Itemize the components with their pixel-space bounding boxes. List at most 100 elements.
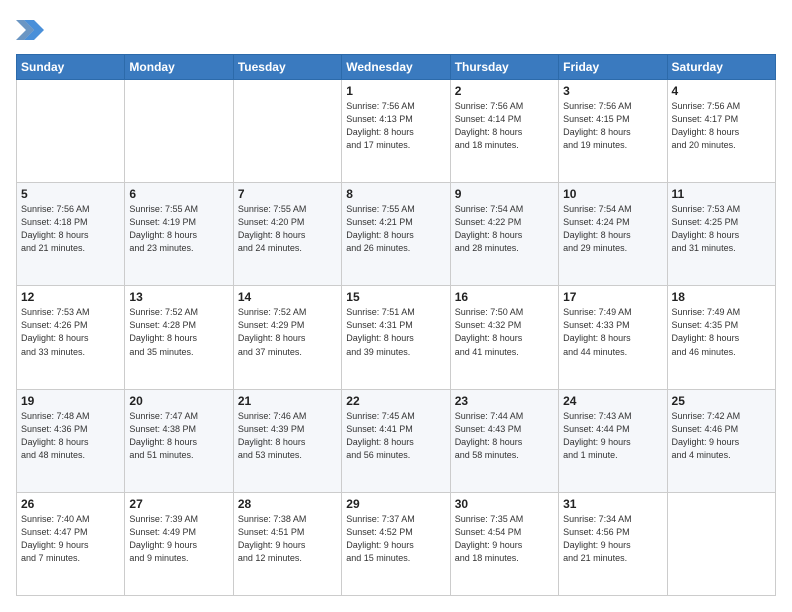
day-info: Sunrise: 7:40 AM Sunset: 4:47 PM Dayligh… [21, 513, 120, 565]
calendar-cell: 16 Sunrise: 7:50 AM Sunset: 4:32 PM Dayli… [450, 286, 558, 389]
day-number: 3 [563, 84, 662, 98]
day-info: Sunrise: 7:47 AM Sunset: 4:38 PM Dayligh… [129, 410, 228, 462]
calendar-cell [17, 80, 125, 183]
day-info: Sunrise: 7:53 AM Sunset: 4:26 PM Dayligh… [21, 306, 120, 358]
weekday-header: Saturday [667, 55, 775, 80]
weekday-header: Monday [125, 55, 233, 80]
calendar-cell [667, 492, 775, 595]
day-number: 26 [21, 497, 120, 511]
calendar-cell [125, 80, 233, 183]
day-info: Sunrise: 7:45 AM Sunset: 4:41 PM Dayligh… [346, 410, 445, 462]
calendar-cell: 20 Sunrise: 7:47 AM Sunset: 4:38 PM Dayli… [125, 389, 233, 492]
day-info: Sunrise: 7:48 AM Sunset: 4:36 PM Dayligh… [21, 410, 120, 462]
day-info: Sunrise: 7:56 AM Sunset: 4:15 PM Dayligh… [563, 100, 662, 152]
day-info: Sunrise: 7:38 AM Sunset: 4:51 PM Dayligh… [238, 513, 337, 565]
weekday-header: Thursday [450, 55, 558, 80]
day-number: 10 [563, 187, 662, 201]
weekday-header: Friday [559, 55, 667, 80]
calendar-cell: 24 Sunrise: 7:43 AM Sunset: 4:44 PM Dayli… [559, 389, 667, 492]
calendar-table: SundayMondayTuesdayWednesdayThursdayFrid… [16, 54, 776, 596]
day-info: Sunrise: 7:56 AM Sunset: 4:17 PM Dayligh… [672, 100, 771, 152]
day-number: 12 [21, 290, 120, 304]
calendar-cell: 5 Sunrise: 7:56 AM Sunset: 4:18 PM Daylig… [17, 183, 125, 286]
day-number: 22 [346, 394, 445, 408]
day-info: Sunrise: 7:55 AM Sunset: 4:19 PM Dayligh… [129, 203, 228, 255]
day-number: 8 [346, 187, 445, 201]
calendar-cell: 22 Sunrise: 7:45 AM Sunset: 4:41 PM Dayli… [342, 389, 450, 492]
day-number: 24 [563, 394, 662, 408]
calendar-cell: 10 Sunrise: 7:54 AM Sunset: 4:24 PM Dayli… [559, 183, 667, 286]
calendar-cell: 4 Sunrise: 7:56 AM Sunset: 4:17 PM Daylig… [667, 80, 775, 183]
calendar-cell: 30Sunrise: 7:35 AM Sunset: 4:54 PM Dayli… [450, 492, 558, 595]
day-number: 4 [672, 84, 771, 98]
calendar-cell: 14 Sunrise: 7:52 AM Sunset: 4:29 PM Dayli… [233, 286, 341, 389]
day-info: Sunrise: 7:56 AM Sunset: 4:13 PM Dayligh… [346, 100, 445, 152]
calendar-cell: 17 Sunrise: 7:49 AM Sunset: 4:33 PM Dayli… [559, 286, 667, 389]
calendar-cell: 28 Sunrise: 7:38 AM Sunset: 4:51 PM Dayli… [233, 492, 341, 595]
day-number: 21 [238, 394, 337, 408]
calendar-cell: 11Sunrise: 7:53 AM Sunset: 4:25 PM Dayli… [667, 183, 775, 286]
day-info: Sunrise: 7:52 AM Sunset: 4:29 PM Dayligh… [238, 306, 337, 358]
calendar-cell: 12 Sunrise: 7:53 AM Sunset: 4:26 PM Dayli… [17, 286, 125, 389]
day-info: Sunrise: 7:46 AM Sunset: 4:39 PM Dayligh… [238, 410, 337, 462]
calendar-cell: 1Sunrise: 7:56 AM Sunset: 4:13 PM Daylig… [342, 80, 450, 183]
day-number: 16 [455, 290, 554, 304]
weekday-header: Sunday [17, 55, 125, 80]
day-number: 15 [346, 290, 445, 304]
calendar-cell: 8 Sunrise: 7:55 AM Sunset: 4:21 PM Daylig… [342, 183, 450, 286]
day-info: Sunrise: 7:52 AM Sunset: 4:28 PM Dayligh… [129, 306, 228, 358]
calendar-cell: 27 Sunrise: 7:39 AM Sunset: 4:49 PM Dayli… [125, 492, 233, 595]
day-info: Sunrise: 7:53 AM Sunset: 4:25 PM Dayligh… [672, 203, 771, 255]
calendar-cell: 3 Sunrise: 7:56 AM Sunset: 4:15 PM Daylig… [559, 80, 667, 183]
day-info: Sunrise: 7:56 AM Sunset: 4:14 PM Dayligh… [455, 100, 554, 152]
day-info: Sunrise: 7:50 AM Sunset: 4:32 PM Dayligh… [455, 306, 554, 358]
day-number: 17 [563, 290, 662, 304]
day-info: Sunrise: 7:35 AM Sunset: 4:54 PM Dayligh… [455, 513, 554, 565]
calendar-cell: 13 Sunrise: 7:52 AM Sunset: 4:28 PM Dayli… [125, 286, 233, 389]
day-number: 19 [21, 394, 120, 408]
calendar-cell: 2 Sunrise: 7:56 AM Sunset: 4:14 PM Daylig… [450, 80, 558, 183]
day-number: 6 [129, 187, 228, 201]
calendar-cell: 9Sunrise: 7:54 AM Sunset: 4:22 PM Daylig… [450, 183, 558, 286]
page: SundayMondayTuesdayWednesdayThursdayFrid… [0, 0, 792, 612]
calendar-cell: 25 Sunrise: 7:42 AM Sunset: 4:46 PM Dayli… [667, 389, 775, 492]
day-number: 23 [455, 394, 554, 408]
day-number: 20 [129, 394, 228, 408]
day-info: Sunrise: 7:34 AM Sunset: 4:56 PM Dayligh… [563, 513, 662, 565]
calendar-cell: 21 Sunrise: 7:46 AM Sunset: 4:39 PM Dayli… [233, 389, 341, 492]
day-number: 31 [563, 497, 662, 511]
day-number: 2 [455, 84, 554, 98]
calendar-cell: 31 Sunrise: 7:34 AM Sunset: 4:56 PM Dayli… [559, 492, 667, 595]
day-info: Sunrise: 7:55 AM Sunset: 4:21 PM Dayligh… [346, 203, 445, 255]
day-number: 13 [129, 290, 228, 304]
day-number: 7 [238, 187, 337, 201]
weekday-header: Tuesday [233, 55, 341, 80]
day-info: Sunrise: 7:43 AM Sunset: 4:44 PM Dayligh… [563, 410, 662, 462]
logo-icon [16, 16, 44, 44]
day-info: Sunrise: 7:44 AM Sunset: 4:43 PM Dayligh… [455, 410, 554, 462]
day-info: Sunrise: 7:51 AM Sunset: 4:31 PM Dayligh… [346, 306, 445, 358]
day-info: Sunrise: 7:39 AM Sunset: 4:49 PM Dayligh… [129, 513, 228, 565]
calendar-cell: 15 Sunrise: 7:51 AM Sunset: 4:31 PM Dayli… [342, 286, 450, 389]
day-info: Sunrise: 7:54 AM Sunset: 4:24 PM Dayligh… [563, 203, 662, 255]
day-number: 18 [672, 290, 771, 304]
calendar-cell: 23 Sunrise: 7:44 AM Sunset: 4:43 PM Dayli… [450, 389, 558, 492]
day-number: 25 [672, 394, 771, 408]
day-info: Sunrise: 7:42 AM Sunset: 4:46 PM Dayligh… [672, 410, 771, 462]
weekday-header: Wednesday [342, 55, 450, 80]
day-number: 27 [129, 497, 228, 511]
day-number: 14 [238, 290, 337, 304]
day-number: 5 [21, 187, 120, 201]
day-number: 29 [346, 497, 445, 511]
day-info: Sunrise: 7:37 AM Sunset: 4:52 PM Dayligh… [346, 513, 445, 565]
day-info: Sunrise: 7:49 AM Sunset: 4:35 PM Dayligh… [672, 306, 771, 358]
calendar-cell: 26 Sunrise: 7:40 AM Sunset: 4:47 PM Dayli… [17, 492, 125, 595]
day-number: 28 [238, 497, 337, 511]
calendar-cell [233, 80, 341, 183]
calendar-cell: 29 Sunrise: 7:37 AM Sunset: 4:52 PM Dayli… [342, 492, 450, 595]
day-info: Sunrise: 7:55 AM Sunset: 4:20 PM Dayligh… [238, 203, 337, 255]
calendar-cell: 18 Sunrise: 7:49 AM Sunset: 4:35 PM Dayli… [667, 286, 775, 389]
day-info: Sunrise: 7:49 AM Sunset: 4:33 PM Dayligh… [563, 306, 662, 358]
calendar-cell: 7 Sunrise: 7:55 AM Sunset: 4:20 PM Daylig… [233, 183, 341, 286]
day-info: Sunrise: 7:56 AM Sunset: 4:18 PM Dayligh… [21, 203, 120, 255]
